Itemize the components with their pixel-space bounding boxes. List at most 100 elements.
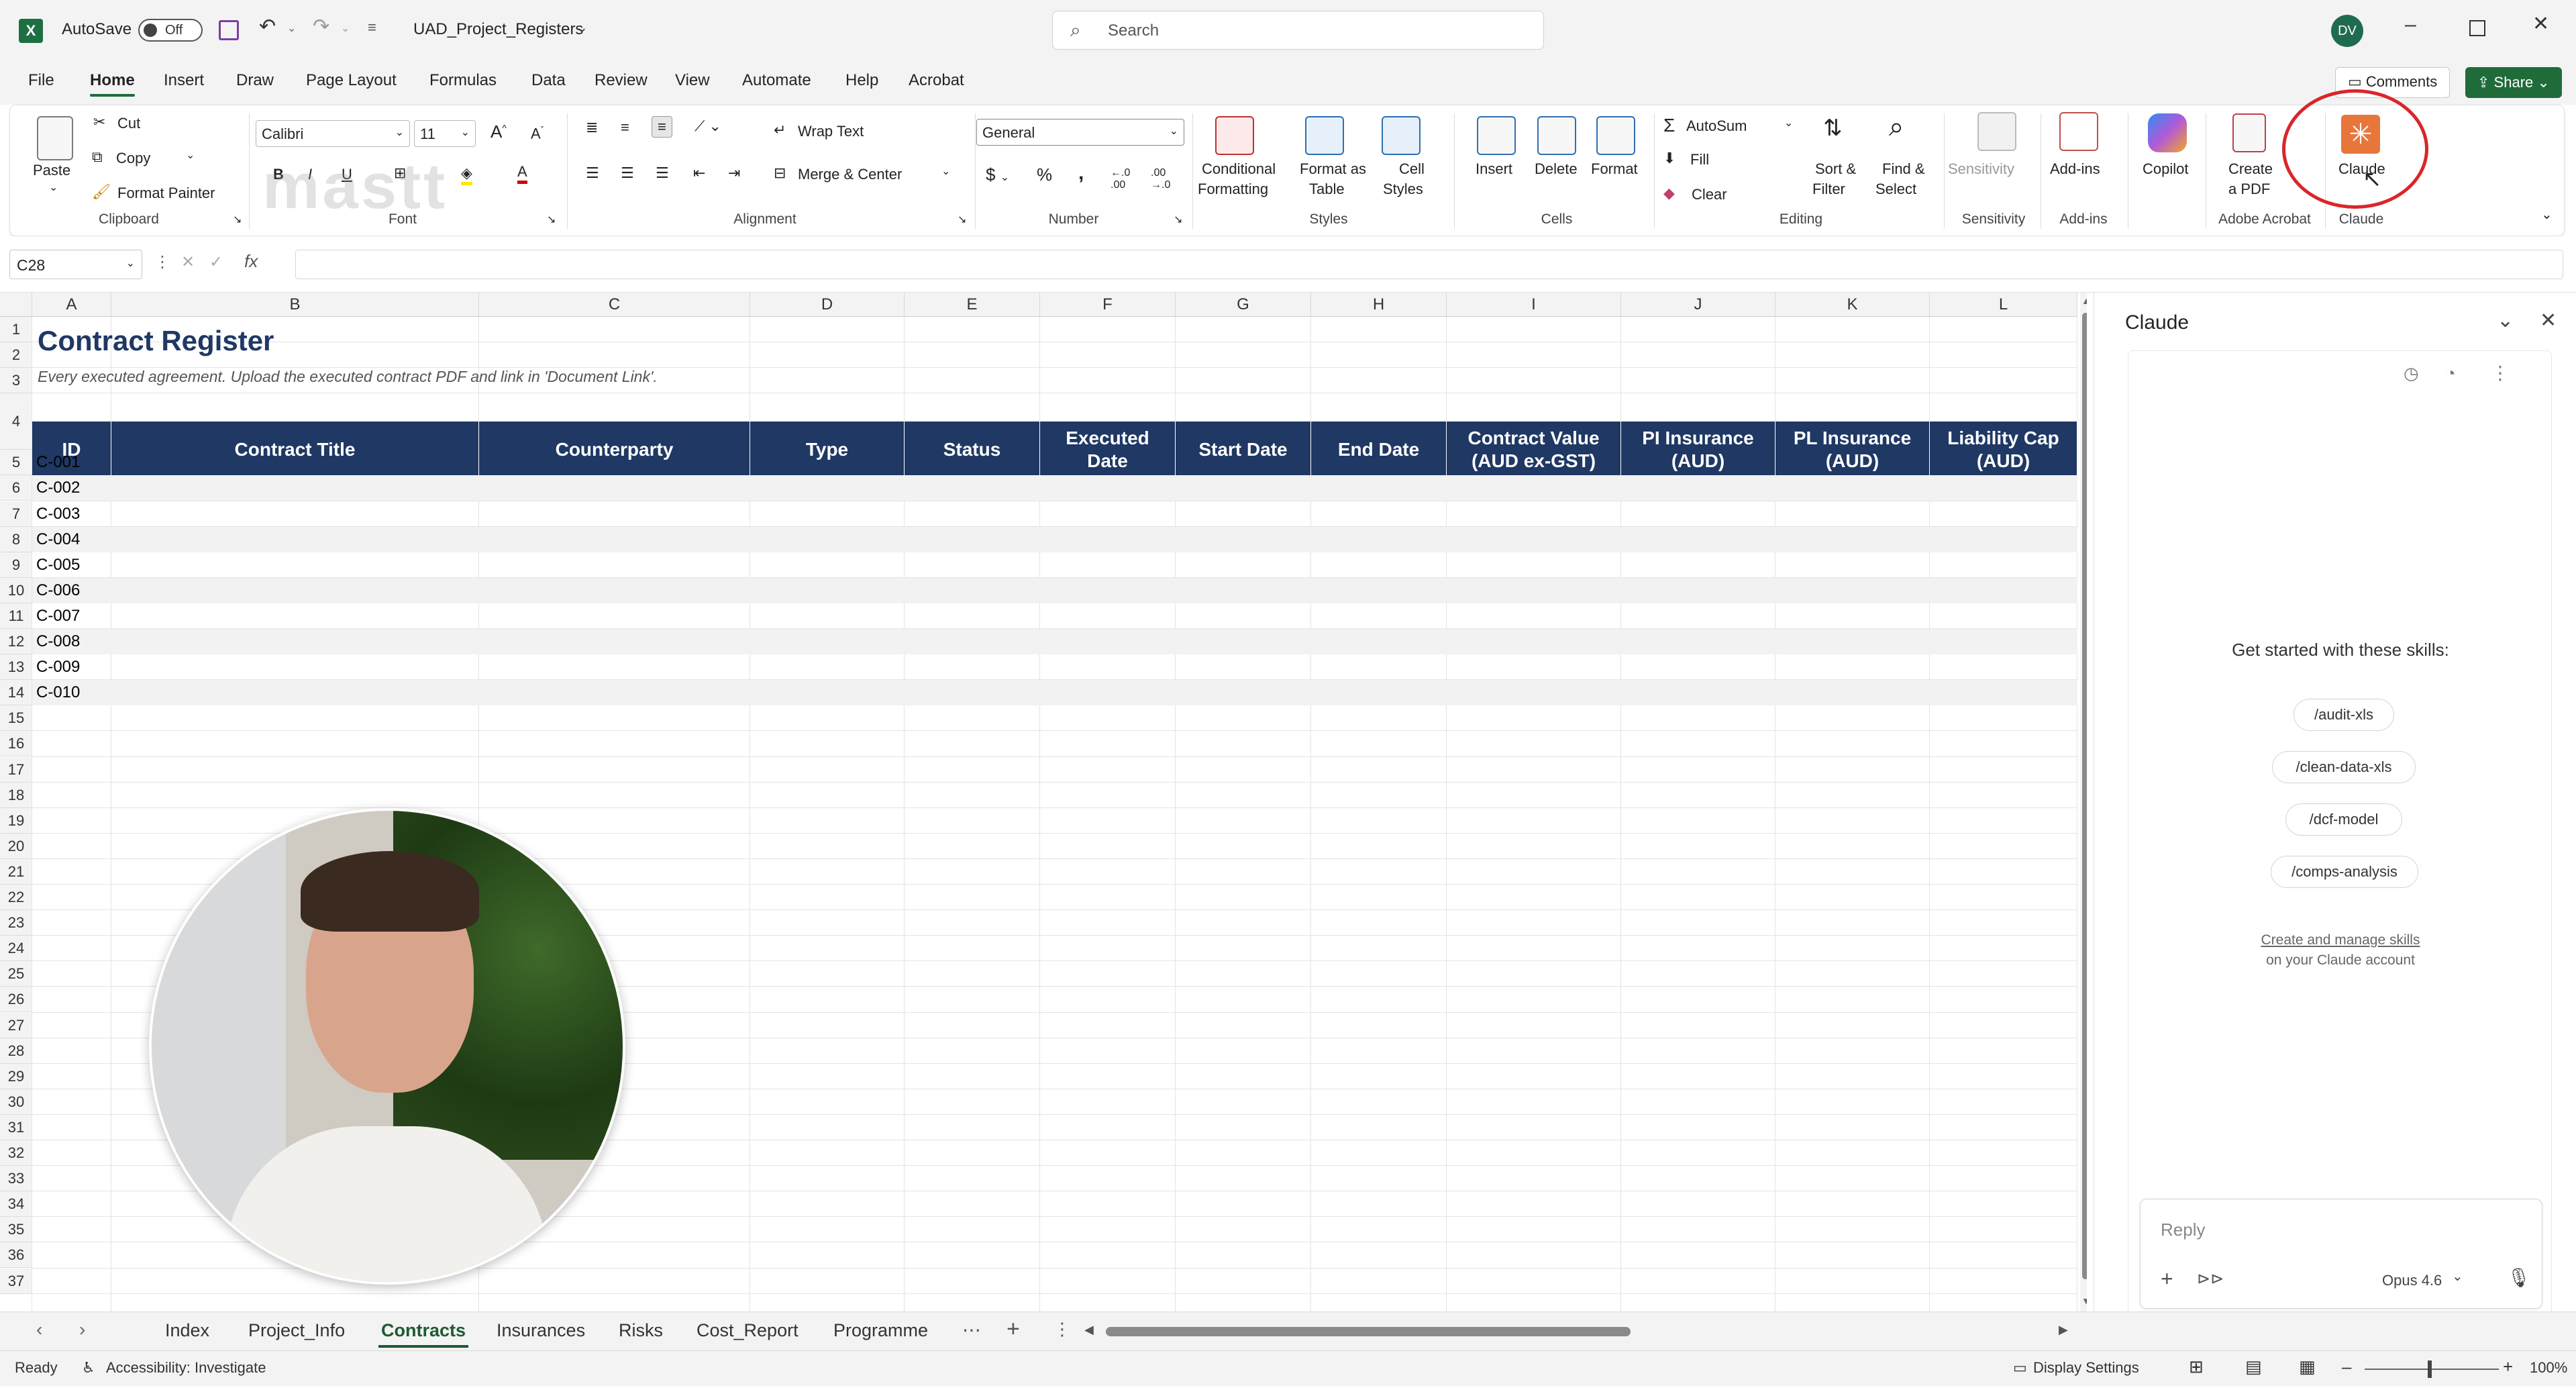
model-selector[interactable]: Opus 4.6 [2382,1272,2442,1289]
restore-icon[interactable] [2469,20,2485,36]
column-header-b[interactable]: B [111,293,479,317]
next-sheet-icon[interactable]: › [79,1319,85,1340]
menu-draw[interactable]: Draw [236,71,274,90]
cut-button[interactable]: Cut [117,115,140,132]
column-header-k[interactable]: K [1775,293,1930,317]
column-header-i[interactable]: I [1447,293,1621,317]
sort-filter-line1[interactable]: Sort & [1815,160,1856,178]
menu-view[interactable]: View [675,71,710,90]
row-header[interactable]: 8 [0,526,32,552]
row-header[interactable]: 32 [0,1140,32,1167]
sensitivity-button[interactable]: Sensitivity [1948,160,2014,178]
autosave-toggle[interactable]: Off [138,19,203,42]
save-icon[interactable] [219,20,239,40]
cell-styles-line2[interactable]: Styles [1383,181,1423,198]
menu-data[interactable]: Data [531,71,566,90]
menu-help[interactable]: Help [845,71,878,90]
comma-icon[interactable]: , [1078,162,1084,185]
row-header[interactable]: 21 [0,858,32,885]
vertical-scrollbar[interactable]: ▲ ▼ [2080,293,2087,1311]
name-box[interactable]: C28 ⌄ [9,250,142,279]
alignment-launcher-icon[interactable]: ↘ [958,213,966,226]
conditional-formatting-line2[interactable]: Formatting [1198,181,1268,198]
copy-dropdown-icon[interactable]: ⌄ [186,148,195,162]
header-status[interactable]: Status [905,422,1040,478]
row-header[interactable]: 7 [0,501,32,527]
column-header-d[interactable]: D [750,293,905,317]
add-ins-button[interactable]: Add-ins [2050,160,2100,178]
menu-review[interactable]: Review [595,71,648,90]
font-size-select[interactable]: 11 ⌄ [414,120,476,147]
decrease-font-icon[interactable]: Aˇ [531,124,544,142]
header-contract-title[interactable]: Contract Title [111,422,479,478]
format-as-table-line1[interactable]: Format as [1300,160,1366,178]
manage-skills-link[interactable]: Create and manage skills [2128,932,2553,948]
font-color-icon[interactable]: A [517,163,527,184]
menu-insert[interactable]: Insert [164,71,204,90]
row-header[interactable]: 23 [0,910,32,936]
column-header-c[interactable]: C [479,293,750,317]
skill-audit-xls[interactable]: /audit-xls [2294,699,2394,731]
row-header[interactable]: 16 [0,731,32,757]
header-executed-date[interactable]: Executed Date [1040,422,1176,478]
row-header[interactable]: 9 [0,552,32,578]
row-header[interactable]: 34 [0,1191,32,1218]
sort-filter-line2[interactable]: Filter [1812,181,1845,198]
create-pdf-line2[interactable]: a PDF [2228,181,2270,198]
contract-id-cell[interactable]: C-001 [36,453,80,472]
column-header-j[interactable]: J [1621,293,1775,317]
menu-automate[interactable]: Automate [742,71,811,90]
header-start-date[interactable]: Start Date [1176,422,1311,478]
menu-home[interactable]: Home [90,71,135,97]
increase-decimal-icon[interactable]: ←.0.00 [1111,167,1130,191]
undo-icon[interactable]: ↶ [259,15,276,38]
align-top-icon[interactable]: ≣ [586,119,598,136]
align-center-icon[interactable]: ☰ [621,164,634,182]
panel-collapse-icon[interactable]: ⌄ [2497,309,2514,332]
decrease-indent-icon[interactable]: ⇤ [693,164,705,182]
formula-input[interactable] [295,250,2563,279]
model-chevron-icon[interactable]: ⌄ [2452,1268,2463,1285]
autosum-button[interactable]: AutoSum [1686,117,1747,135]
redo-icon[interactable]: ↷ [313,15,329,38]
percent-icon[interactable]: % [1037,164,1052,185]
increase-indent-icon[interactable]: ⇥ [728,164,740,182]
row-header[interactable]: 29 [0,1063,32,1089]
normal-view-icon[interactable]: ⊞ [2189,1356,2204,1377]
header-end-date[interactable]: End Date [1311,422,1447,478]
align-right-icon[interactable]: ☰ [656,164,669,182]
insert-function-icon[interactable]: fx [244,251,258,272]
search-box[interactable]: ⌕ Search [1052,11,1544,50]
row-header[interactable]: 35 [0,1217,32,1243]
cell-styles-line1[interactable]: Cell [1399,160,1425,178]
sheet-tab-risks[interactable]: Risks [619,1320,663,1341]
align-middle-icon[interactable]: ≡ [621,119,629,136]
share-button[interactable]: ⇪ Share ⌄ [2465,67,2562,98]
format-painter-button[interactable]: Format Painter [117,185,215,202]
row-header[interactable]: 22 [0,885,32,911]
panel-close-icon[interactable]: ✕ [2540,309,2557,332]
contract-id-cell[interactable]: C-009 [36,658,80,677]
microphone-icon[interactable]: 🎙 [2507,1267,2531,1289]
tab-split-handle-icon[interactable]: ⋮ [1053,1319,1071,1340]
column-header-a[interactable]: A [32,293,111,317]
orientation-icon[interactable]: ⟋ ⌄ [694,117,721,135]
zoom-in-icon[interactable]: + [2503,1356,2513,1377]
customize-toolbar-icon[interactable]: ≡ [368,19,376,36]
decrease-decimal-icon[interactable]: .00 →.0 [1151,167,1170,191]
contract-id-cell[interactable]: C-002 [36,479,80,497]
minimize-icon[interactable]: – [2405,13,2416,36]
skill-dcf-model[interactable]: /dcf-model [2285,803,2402,836]
find-select-line2[interactable]: Select [1875,181,1916,198]
row-header[interactable]: 25 [0,961,32,987]
reply-box[interactable]: Reply + ⊳⊳ Opus 4.6 ⌄ 🎙 [2140,1199,2542,1309]
contract-id-cell[interactable]: C-007 [36,607,80,626]
paste-icon[interactable] [37,116,73,160]
sheet-tab-index[interactable]: Index [165,1320,209,1341]
vertical-scrollbar-thumb[interactable] [2082,313,2087,1279]
clear-button[interactable]: Clear [1692,186,1727,203]
sheet-tab-project-info[interactable]: Project_Info [248,1320,345,1341]
scroll-down-icon[interactable]: ▼ [2081,1295,2087,1306]
page-break-view-icon[interactable]: ▦ [2299,1356,2316,1377]
redo-dropdown-icon[interactable]: ⌄ [341,21,350,35]
